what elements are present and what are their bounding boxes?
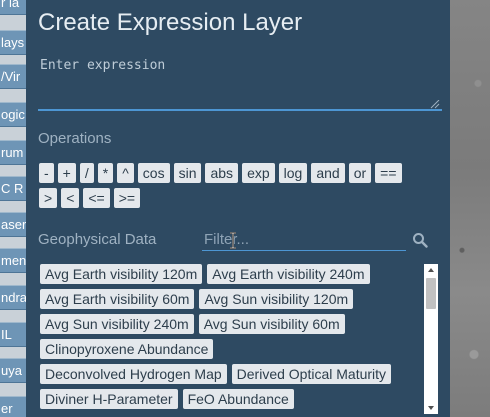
background-sidebar-item[interactable]: rum (0, 140, 26, 165)
background-sidebar-item[interactable]: IL (0, 322, 26, 347)
resize-grip-icon[interactable] (430, 100, 440, 109)
data-chip[interactable]: Derived Optical Maturity (231, 364, 392, 384)
data-chip-row: Avg Sun visibility 240m Avg Sun visibilit… (40, 314, 424, 334)
data-chips: Avg Earth visibility 120m Avg Earth visib… (38, 264, 424, 409)
data-chip[interactable]: Avg Sun visibility 120m (199, 289, 354, 309)
operation-button[interactable]: or (348, 163, 372, 183)
chevron-up-icon[interactable] (424, 264, 438, 276)
operations-label: Operations (38, 130, 112, 147)
operation-button[interactable]: sin (173, 163, 202, 183)
operations-row: - + / * ^ cos sin abs exp log and or == (39, 163, 439, 183)
geophysical-data-label: Geophysical Data (38, 231, 157, 248)
data-chip-row: Clinopyroxene Abundance (40, 339, 424, 359)
data-chip[interactable]: Avg Earth visibility 120m (40, 264, 203, 284)
data-chip[interactable]: Diviner H-Parameter (40, 389, 178, 409)
background-sidebar-item[interactable]: ndra (0, 285, 26, 310)
background-sidebar: r la lays/Vir ogic rum C R aser ment ndra IL uya e… (0, 0, 26, 417)
background-sidebar-item[interactable]: aser (0, 212, 26, 237)
operation-button[interactable]: / (79, 163, 94, 183)
operation-button[interactable]: exp (242, 163, 275, 183)
background-sidebar-item[interactable]: /Vir (0, 64, 26, 89)
operation-button[interactable]: < (61, 188, 80, 208)
operation-button[interactable]: == (375, 163, 402, 183)
operation-button[interactable]: + (57, 163, 76, 183)
background-sidebar-item[interactable]: ment (0, 248, 26, 273)
scroll-thumb[interactable] (426, 278, 436, 309)
background-sidebar-item[interactable]: er (0, 396, 26, 417)
operations-panel: - + / * ^ cos sin abs exp log and or == > < <= >= (39, 163, 439, 213)
operation-button[interactable]: > (39, 188, 58, 208)
data-chip-row: Avg Earth visibility 120m Avg Earth visib… (40, 264, 424, 284)
operation-button[interactable]: log (278, 163, 308, 183)
data-chip-row: Deconvolved Hydrogen Map Derived Optical … (40, 364, 424, 384)
data-chip[interactable]: Clinopyroxene Abundance (40, 339, 214, 359)
operation-button[interactable]: >= (113, 188, 141, 208)
operation-button[interactable]: * (97, 163, 114, 183)
background-sidebar-item[interactable]: ogic (0, 102, 26, 127)
background-map (450, 0, 490, 417)
operation-button[interactable]: cos (137, 163, 170, 183)
operation-button[interactable]: - (39, 163, 54, 183)
data-chip-row: Avg Earth visibility 60m Avg Sun visibili… (40, 289, 424, 309)
geophysical-data-list[interactable]: Avg Earth visibility 120m Avg Earth visib… (38, 264, 439, 417)
background-sidebar-item[interactable]: lays (0, 30, 26, 55)
operation-button[interactable]: and (311, 163, 345, 183)
background-sidebar-item[interactable]: r la (0, 0, 26, 15)
expression-input[interactable] (38, 50, 442, 111)
operations-row: > < <= >= (39, 188, 439, 208)
operation-button[interactable]: abs (205, 163, 239, 183)
data-chip[interactable]: Avg Earth visibility 60m (40, 289, 195, 309)
operation-button[interactable]: <= (83, 188, 110, 208)
data-chip[interactable]: FeO Abundance (182, 389, 294, 409)
create-expression-modal: Create Expression Layer Operations -+/*^… (26, 0, 450, 417)
data-chip[interactable]: Avg Sun visibility 240m (40, 314, 194, 334)
data-chip[interactable]: Deconvolved Hydrogen Map (40, 364, 227, 384)
list-scrollbar[interactable] (424, 264, 438, 414)
data-chip[interactable]: Avg Sun visibility 60m (198, 314, 345, 334)
background-sidebar-item[interactable]: uya (0, 358, 26, 383)
background-sidebar-item[interactable]: C R (0, 176, 26, 201)
operation-button[interactable]: ^ (117, 163, 134, 183)
data-chip-row: Diviner H-Parameter FeO Abundance (40, 389, 424, 409)
modal-title: Create Expression Layer (38, 9, 303, 36)
search-icon[interactable] (412, 232, 428, 248)
data-chip[interactable]: Avg Earth visibility 240m (207, 264, 370, 284)
text-cursor-icon (230, 232, 236, 249)
chevron-down-icon[interactable] (424, 402, 438, 414)
